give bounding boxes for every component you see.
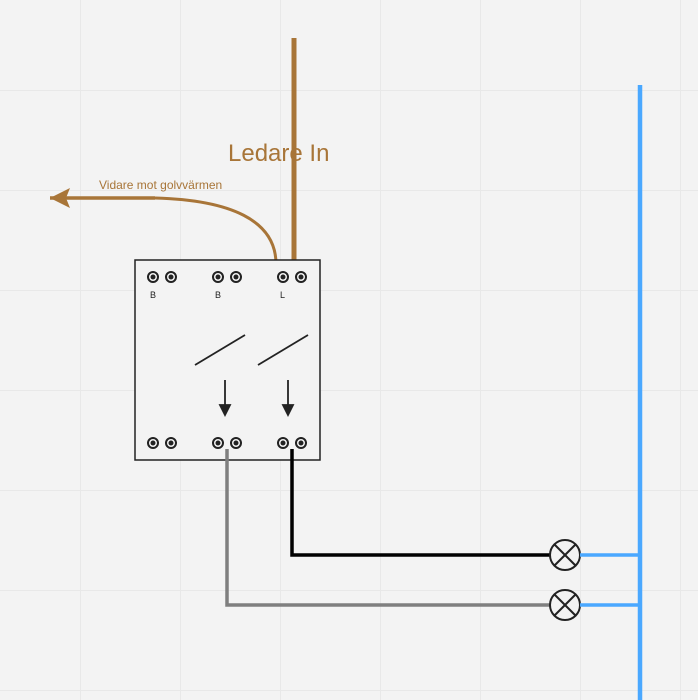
pin-label-l: L xyxy=(280,290,285,300)
pin-label-b1: B xyxy=(150,290,156,300)
wire-to-floor-heating xyxy=(155,198,276,264)
label-ledare-in: Ledare In xyxy=(228,140,329,168)
diagram-svg: B B L xyxy=(0,0,698,700)
switch-module xyxy=(135,260,320,460)
label-floor-heating: Vidare mot golvvärmen xyxy=(99,178,222,192)
lamp-1 xyxy=(550,540,580,570)
wiring-diagram: { "labels": { "main": "Ledare In", "arro… xyxy=(0,0,698,700)
wire-black xyxy=(292,449,550,555)
pin-label-b2: B xyxy=(215,290,221,300)
lamp-2 xyxy=(550,590,580,620)
wire-grey xyxy=(227,449,550,605)
